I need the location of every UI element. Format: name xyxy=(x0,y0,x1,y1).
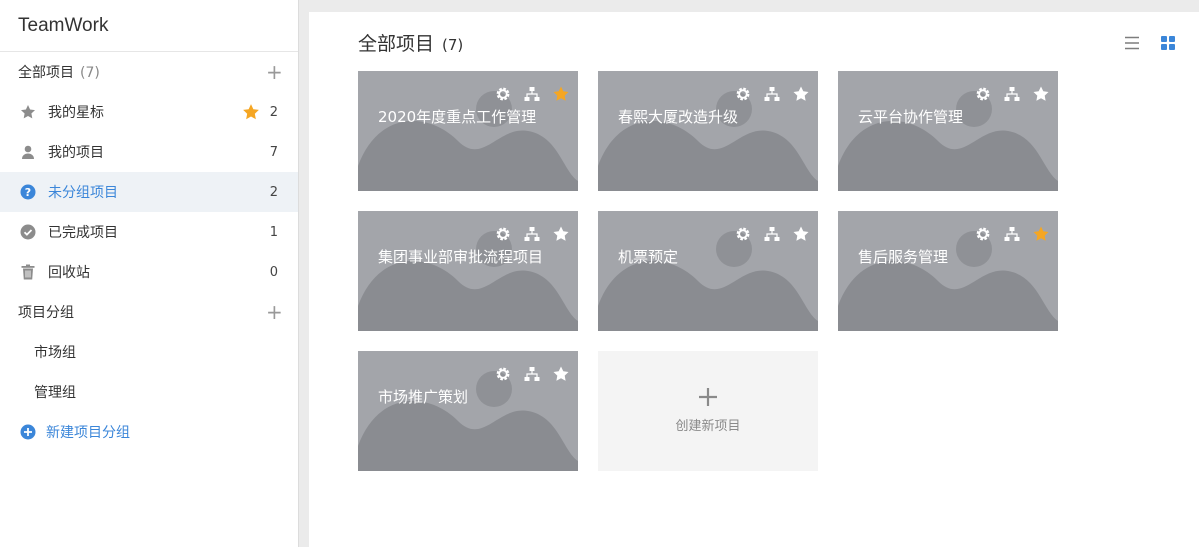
hierarchy-icon[interactable] xyxy=(523,225,541,243)
page-title-label: 全部项目 xyxy=(358,33,435,55)
group-label: 市场组 xyxy=(34,345,76,361)
page-title: 全部项目 (7) xyxy=(358,29,463,56)
project-card[interactable]: 春熙大厦改造升级 xyxy=(598,71,818,191)
card-background-illustration xyxy=(598,231,818,331)
new-group-button[interactable]: 新建项目分组 xyxy=(0,412,298,452)
app-title: TeamWork xyxy=(0,0,298,52)
plus-circle-icon xyxy=(20,424,36,440)
svg-text:?: ? xyxy=(25,186,31,199)
add-project-icon[interactable]: + xyxy=(266,62,283,82)
card-background-illustration xyxy=(598,91,818,191)
all-projects-label: 全部项目 xyxy=(18,65,74,81)
project-name: 集团事业部审批流程项目 xyxy=(378,248,544,266)
hierarchy-icon[interactable] xyxy=(1003,225,1021,243)
sidebar-item-count: 0 xyxy=(269,264,278,280)
project-name: 云平台协作管理 xyxy=(858,108,964,126)
card-background-illustration xyxy=(358,371,578,471)
list-view-icon[interactable] xyxy=(1123,34,1141,52)
create-project-label: 创建新项目 xyxy=(675,419,741,434)
project-name: 2020年度重点工作管理 xyxy=(378,108,537,126)
main-panel: 全部项目 (7) 2020年度重点工作管理 春熙大厦改造升级 云平台协作管理集团事业部… xyxy=(309,12,1199,547)
card-background-illustration xyxy=(358,91,578,191)
sidebar-item-label: 未分组项目 xyxy=(48,185,118,201)
sidebar-all-projects[interactable]: 全部项目 (7) + xyxy=(0,52,298,92)
project-name: 机票预定 xyxy=(618,248,679,266)
sidebar-item-starred[interactable]: 我的星标 2 xyxy=(0,92,298,132)
sidebar-item-label: 我的项目 xyxy=(48,145,104,161)
new-group-label: 新建项目分组 xyxy=(46,425,130,441)
sidebar-item-label: 我的星标 xyxy=(48,105,104,121)
sidebar-item-count: 1 xyxy=(269,224,278,240)
group-label: 管理组 xyxy=(34,385,76,401)
sidebar-item-count: 2 xyxy=(269,104,278,120)
settings-icon[interactable] xyxy=(734,225,752,243)
settings-icon[interactable] xyxy=(974,225,992,243)
project-name: 春熙大厦改造升级 xyxy=(618,108,739,126)
star-active-icon xyxy=(243,104,259,120)
star-icon[interactable] xyxy=(552,365,570,383)
project-card[interactable]: 售后服务管理 xyxy=(838,211,1058,331)
project-card[interactable]: 机票预定 xyxy=(598,211,818,331)
settings-icon[interactable] xyxy=(974,85,992,103)
sidebar-item-label: 回收站 xyxy=(48,265,90,281)
groups-title: 项目分组 xyxy=(18,305,74,321)
project-card[interactable]: 市场推广策划 xyxy=(358,351,578,471)
hierarchy-icon[interactable] xyxy=(763,85,781,103)
question-icon: ? xyxy=(20,184,36,200)
sidebar-group-item[interactable]: 管理组 xyxy=(0,372,298,412)
hierarchy-icon[interactable] xyxy=(523,85,541,103)
settings-icon[interactable] xyxy=(494,85,512,103)
settings-icon[interactable] xyxy=(494,365,512,383)
star-icon[interactable] xyxy=(792,85,810,103)
card-background-illustration xyxy=(358,231,578,331)
grid-view-icon[interactable] xyxy=(1159,34,1177,52)
sidebar-group-item[interactable]: 市场组 xyxy=(0,332,298,372)
check-circle-icon xyxy=(20,224,36,240)
sidebar-item-label: 已完成项目 xyxy=(48,225,118,241)
add-group-icon[interactable]: + xyxy=(266,302,283,322)
project-name: 售后服务管理 xyxy=(858,248,949,266)
card-background-illustration xyxy=(838,231,1058,331)
trash-icon xyxy=(21,264,35,280)
hierarchy-icon[interactable] xyxy=(763,225,781,243)
sidebar-item-count: 7 xyxy=(269,144,278,160)
hierarchy-icon[interactable] xyxy=(1003,85,1021,103)
create-project-card[interactable]: 创建新项目 xyxy=(598,351,818,471)
star-icon[interactable] xyxy=(1032,225,1050,243)
settings-icon[interactable] xyxy=(734,85,752,103)
star-icon[interactable] xyxy=(552,225,570,243)
star-icon[interactable] xyxy=(792,225,810,243)
settings-icon[interactable] xyxy=(494,225,512,243)
sidebar-item-my-projects[interactable]: 我的项目 7 xyxy=(0,132,298,172)
sidebar: TeamWork 全部项目 (7) + 我的星标 2 我的项目 7 ? 未分组项目… xyxy=(0,0,299,547)
project-card[interactable]: 云平台协作管理 xyxy=(838,71,1058,191)
project-card[interactable]: 集团事业部审批流程项目 xyxy=(358,211,578,331)
project-count: (7) xyxy=(442,36,464,54)
project-card[interactable]: 2020年度重点工作管理 xyxy=(358,71,578,191)
sidebar-item-ungrouped[interactable]: ? 未分组项目 2 xyxy=(0,172,298,212)
star-icon[interactable] xyxy=(1032,85,1050,103)
sidebar-item-completed[interactable]: 已完成项目 1 xyxy=(0,212,298,252)
sidebar-item-count: 2 xyxy=(269,184,278,200)
all-projects-count: (7) xyxy=(80,65,100,81)
card-background-illustration xyxy=(838,91,1058,191)
star-icon[interactable] xyxy=(552,85,570,103)
sidebar-groups-header: 项目分组 + xyxy=(0,292,298,332)
plus-icon xyxy=(699,388,717,406)
sidebar-item-trash[interactable]: 回收站 0 xyxy=(0,252,298,292)
user-icon xyxy=(22,145,34,159)
star-icon xyxy=(21,105,35,119)
project-name: 市场推广策划 xyxy=(378,388,469,406)
hierarchy-icon[interactable] xyxy=(523,365,541,383)
